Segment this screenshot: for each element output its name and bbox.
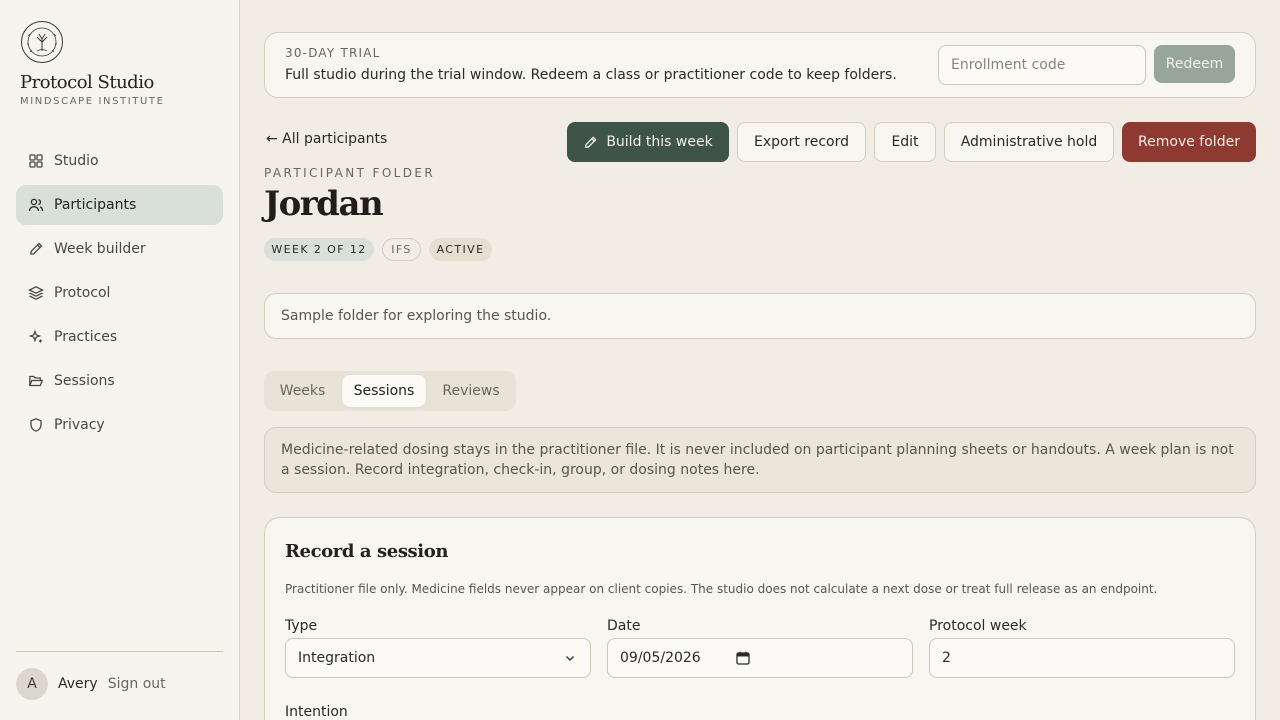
sparkles-icon [28,329,44,345]
page-title: Jordan [264,184,384,224]
type-select[interactable]: Integration [285,638,591,678]
grid-icon [28,153,44,169]
institute-logo [20,20,64,64]
folder-open-icon [28,373,44,389]
card-note: Practitioner file only. Medicine fields … [285,582,1158,596]
protocol-week-label: Protocol week [929,618,1027,634]
redeem-button[interactable]: Redeem [1154,45,1235,83]
record-session-card: Record a session Practitioner file only.… [264,517,1256,720]
tab-sessions[interactable]: Sessions [342,375,426,407]
type-label: Type [285,618,318,634]
modality-badge: IFS [382,238,421,261]
sidebar: Protocol Studio MINDSCAPE INSTITUTE Stud… [0,0,240,720]
nav-item-practices[interactable]: Practices [16,317,223,357]
build-week-button[interactable]: Build this week [567,122,729,162]
export-record-button[interactable]: Export record [737,122,866,162]
tab-weeks[interactable]: Weeks [268,375,337,407]
nav-item-label: Practices [54,329,118,345]
back-to-participants-link[interactable]: ← All participants [266,131,387,147]
nav-item-protocol[interactable]: Protocol [16,273,223,313]
nav-item-label: Studio [54,153,99,169]
pencil-icon [28,241,44,257]
trial-label: 30-DAY TRIAL [285,46,381,60]
date-input[interactable]: 09/05/2026 [607,638,913,678]
sign-out-link[interactable]: Sign out [108,676,166,692]
protocol-week-value: 2 [942,650,951,666]
nav-item-sessions[interactable]: Sessions [16,361,223,401]
nav-item-participants[interactable]: Participants [16,185,223,225]
folder-label: PARTICIPANT FOLDER [264,166,436,180]
nav-item-label: Week builder [54,241,146,257]
intention-label: Intention [285,704,348,720]
user-menu: A Avery Sign out [16,668,166,700]
folder-tabs: Weeks Sessions Reviews [264,371,516,411]
chevron-down-icon [566,656,574,661]
protocol-week-input[interactable]: 2 [929,638,1235,678]
brand-subtitle: MINDSCAPE INSTITUTE [20,96,165,107]
nav-item-label: Protocol [54,285,111,301]
tab-reviews[interactable]: Reviews [430,375,512,407]
remove-folder-button[interactable]: Remove folder [1122,122,1256,162]
brand-title: Protocol Studio [20,72,154,93]
calendar-icon[interactable] [736,651,750,665]
users-icon [28,197,44,213]
card-title: Record a session [285,541,449,562]
main-nav: Studio Participants Week builder Protoco… [16,141,223,449]
dosing-notice: Medicine-related dosing stays in the pra… [264,427,1256,493]
date-input-value: 09/05/2026 [620,650,701,666]
trial-banner: 30-DAY TRIAL Full studio during the tria… [264,32,1256,98]
status-badge: ACTIVE [429,238,492,261]
avatar[interactable]: A [16,668,48,700]
folder-description: Sample folder for exploring the studio. [264,293,1256,339]
nav-item-studio[interactable]: Studio [16,141,223,181]
type-select-value: Integration [298,650,376,666]
layers-icon [28,285,44,301]
week-badge: WEEK 2 OF 12 [264,238,374,261]
trial-text: Full studio during the trial window. Red… [285,67,897,83]
pencil-icon [585,135,597,148]
edit-button[interactable]: Edit [874,122,936,162]
nav-item-week-builder[interactable]: Week builder [16,229,223,269]
shield-icon [28,417,44,433]
nav-item-privacy[interactable]: Privacy [16,405,223,445]
nav-item-label: Sessions [54,373,115,389]
build-week-label: Build this week [606,134,713,150]
date-label: Date [607,618,641,634]
user-name: Avery [58,676,98,692]
administrative-hold-button[interactable]: Administrative hold [944,122,1114,162]
sidebar-divider [16,651,223,652]
nav-item-label: Privacy [54,417,105,433]
enrollment-code-input[interactable] [938,45,1146,85]
nav-item-label: Participants [54,197,137,213]
